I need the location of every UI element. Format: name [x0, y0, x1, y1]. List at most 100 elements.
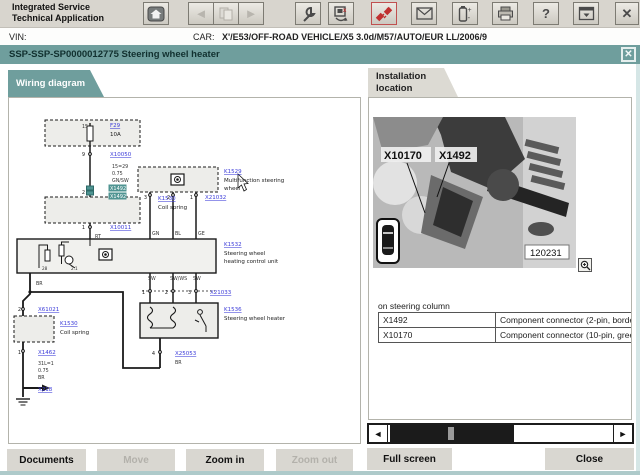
photo-label-x1492: X1492 — [439, 150, 471, 162]
close-button[interactable]: Close — [545, 448, 634, 470]
wiring-wire-spec: GN — [152, 231, 160, 237]
wiring-link[interactable]: X21032 — [205, 195, 226, 201]
wiring-pin-number: 4 — [152, 351, 155, 357]
wiring-wire-spec: BR — [175, 360, 182, 366]
full-screen-button[interactable]: Full screen — [367, 448, 452, 470]
wiring-wire-spec: RT — [95, 234, 101, 240]
wiring-pin-number: 3 — [144, 195, 147, 201]
car-label: CAR: — [193, 32, 215, 42]
wiring-wire-spec: GN/SW — [112, 178, 129, 184]
tab-installation-location[interactable]: Installation location — [368, 68, 458, 97]
home-button[interactable] — [143, 2, 169, 25]
scrollbar-grip[interactable] — [448, 427, 454, 440]
photo-label-x10170: X10170 — [384, 150, 422, 162]
vehicle-interface-button[interactable]: x — [328, 2, 354, 25]
wiring-wire-spec: BL — [175, 231, 181, 237]
wiring-link[interactable]: X218 — [38, 387, 53, 393]
wiring-label: Steering wheel heater — [224, 316, 286, 322]
wiring-highlighted-label: X1492 — [110, 186, 126, 192]
connector-table: X1492 Component connector (2-pin, bordea… — [378, 312, 632, 343]
wiring-diagram-svg[interactable]: 15F2910A9X1005015=290.75GN/SW2X1492X1492… — [9, 98, 360, 443]
viewing-position-icon — [377, 219, 399, 263]
print-button[interactable] — [492, 2, 518, 25]
battery-icon: + - — [457, 5, 473, 23]
table-row: X10170 Component connector (10-pin, gree… — [379, 328, 633, 343]
car-value: X'/E53/OFF-ROAD VEHICLE/X5 3.0d/M57/AUTO… — [222, 32, 487, 42]
documents-button[interactable]: Documents — [7, 449, 86, 471]
forward-icon: ► — [245, 7, 258, 20]
scrollbar-thumb[interactable] — [390, 425, 514, 442]
ista-window: Integrated Service Technical Application… — [0, 0, 640, 475]
wiring-link[interactable]: K1529 — [224, 169, 242, 175]
photo-zoom-button[interactable] — [578, 258, 592, 272]
connection-button[interactable] — [371, 2, 397, 25]
wiring-link[interactable]: X10011 — [110, 225, 131, 231]
wiring-link[interactable]: X10050 — [110, 152, 132, 158]
wiring-label: Coil spring — [158, 205, 187, 211]
wiring-link[interactable]: K1532 — [224, 242, 242, 248]
document-close-button[interactable]: ✕ — [621, 47, 636, 62]
wiring-label: Steering wheel — [224, 251, 266, 257]
svg-text:x: x — [343, 8, 347, 14]
back-button[interactable]: ◄ — [188, 2, 214, 25]
wiring-pin-number: 2 — [18, 307, 21, 313]
wiring-link[interactable]: X21033 — [210, 290, 232, 296]
wiring-wire-spec: BR — [36, 281, 43, 287]
forward-button[interactable]: ► — [238, 2, 264, 25]
connector-desc: Component connector (10-pin, green), — [496, 328, 633, 343]
wiring-pin-number: 2 — [82, 190, 85, 196]
zoom-in-button[interactable]: Zoom in — [186, 449, 264, 471]
wiring-link[interactable]: K1530 — [60, 321, 78, 327]
move-button[interactable]: Move — [97, 449, 175, 471]
documents-icon — [218, 6, 234, 22]
photo-number: 120231 — [530, 248, 562, 259]
installation-photo: X10170 X1492 120231 — [373, 117, 576, 268]
install-table-caption: on steering column — [378, 301, 450, 311]
wiring-wire-spec: GE — [198, 231, 205, 237]
vehicle-interface-icon: x — [332, 5, 350, 23]
horizontal-scrollbar[interactable]: ◄ ► — [367, 423, 634, 444]
wiring-link[interactable]: F29 — [110, 123, 121, 129]
app-title-line1: Integrated Service — [12, 2, 104, 13]
mail-button[interactable] — [411, 2, 437, 25]
help-button[interactable]: ? — [533, 2, 559, 25]
connector-code: X1492 — [379, 313, 496, 328]
wiring-pin-number: 1 — [142, 290, 145, 296]
workshop-tools-button[interactable] — [295, 2, 321, 25]
wiring-link[interactable]: X25053 — [175, 351, 197, 357]
coil-spring-box-bottom — [14, 316, 54, 342]
vin-label: VIN: — [9, 32, 27, 42]
wiring-highlighted-label: X1492 — [110, 194, 126, 200]
scrollbar-track[interactable] — [387, 425, 614, 442]
tab-install-label-1: Installation — [376, 71, 458, 83]
wiring-pin-number: 2 — [165, 290, 168, 296]
battery-button[interactable]: + - — [452, 2, 478, 25]
close-icon: ✕ — [622, 7, 633, 20]
wiring-link[interactable]: X1462 — [38, 350, 56, 356]
tab-install-label-2: location — [376, 83, 458, 95]
scroll-left-arrow[interactable]: ◄ — [369, 425, 387, 442]
scroll-right-arrow[interactable]: ► — [614, 425, 632, 442]
toolbar: Integrated Service Technical Application… — [0, 0, 640, 28]
app-title-line2: Technical Application — [12, 13, 104, 24]
wiring-link[interactable]: K1536 — [224, 307, 242, 313]
tab-wiring-diagram[interactable]: Wiring diagram — [8, 70, 104, 97]
back-icon: ◄ — [195, 7, 208, 20]
connector-desc: Component connector (2-pin, bordeaux — [496, 313, 633, 328]
wrench-icon — [300, 6, 316, 22]
wiring-wire-spec: 0.75 — [38, 368, 49, 374]
home-icon — [147, 6, 165, 22]
wiring-pin-number: 1 — [82, 225, 85, 231]
zoom-out-button[interactable]: Zoom out — [276, 449, 353, 471]
minimize-panel-button[interactable] — [573, 2, 599, 25]
wiring-diagram-panel: 15F2910A9X1005015=290.75GN/SW2X1492X1492… — [8, 97, 361, 444]
exit-button[interactable]: ✕ — [615, 2, 639, 25]
wiring-internal-label: 28 — [42, 266, 48, 271]
printer-icon — [497, 6, 514, 21]
wiring-link[interactable]: X61021 — [38, 307, 59, 313]
wiring-label: heating control unit — [224, 259, 279, 265]
wiring-label: wheel — [224, 186, 241, 192]
magnifier-icon — [580, 260, 591, 271]
documents-history-button[interactable] — [213, 2, 239, 25]
bottom-accent-strip — [0, 471, 640, 475]
